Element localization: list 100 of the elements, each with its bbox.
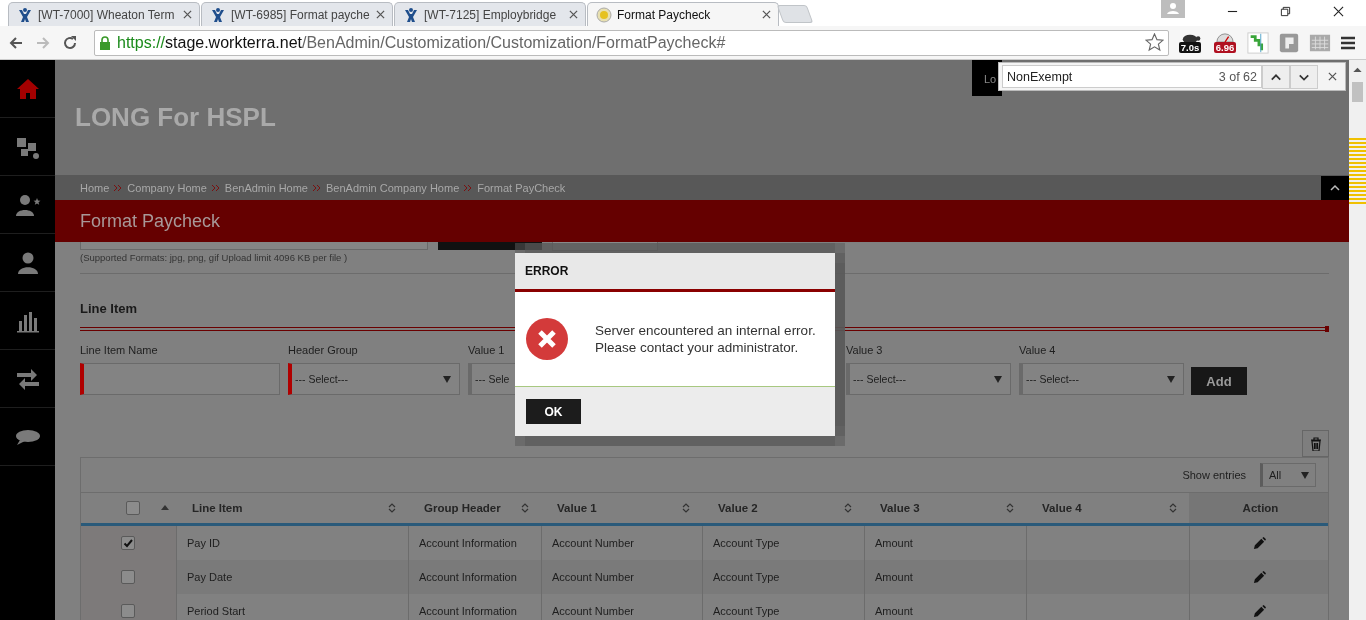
table-cell: Pay ID — [187, 537, 220, 549]
star-icon[interactable] — [1145, 33, 1164, 52]
address-bar[interactable]: https://stage.workterra.net/BenAdmin/Customization/Customization/FormatPaycheck# — [94, 29, 1169, 56]
chevron-icon — [464, 184, 473, 191]
url-text: https://stage.workterra.net/BenAdmin/Customization/Customization/FormatPaycheck# — [117, 33, 727, 52]
collapse-button[interactable] — [1321, 175, 1349, 200]
checkbox[interactable] — [126, 501, 140, 515]
company-name: LONG For HSPL — [75, 102, 276, 133]
dialog-title: ERROR — [525, 264, 569, 278]
reload-icon[interactable] — [62, 34, 78, 51]
browser-tab[interactable]: Format Paycheck — [587, 2, 779, 26]
table-cell: Account Information — [419, 605, 517, 617]
error-icon — [525, 317, 569, 361]
chevron-icon — [313, 184, 321, 191]
text-field[interactable] — [80, 363, 280, 395]
entries-select[interactable]: All — [1260, 463, 1316, 487]
scrollbar-thumb[interactable] — [1352, 82, 1363, 102]
scroll-up-icon[interactable] — [1353, 67, 1362, 72]
breadcrumb-link[interactable]: Home — [80, 181, 110, 194]
user-star-icon[interactable] — [13, 192, 42, 217]
edit-icon[interactable] — [1252, 604, 1266, 618]
checkbox[interactable] — [121, 570, 135, 584]
circle-icon — [596, 6, 612, 23]
sort-ascending-icon[interactable] — [161, 505, 169, 510]
page-title: Format Paycheck — [80, 210, 221, 232]
close-icon[interactable] — [1328, 72, 1337, 81]
trash-icon — [1309, 436, 1322, 451]
sort-icon[interactable] — [388, 502, 396, 514]
chart-extension-icon[interactable] — [1247, 31, 1269, 54]
sort-icon[interactable] — [844, 502, 852, 514]
table-cell: Amount — [875, 571, 913, 583]
table-cell: Period Start — [187, 605, 246, 617]
next-match-icon[interactable] — [1290, 64, 1318, 89]
field-label: Value 1 — [468, 344, 505, 358]
breadcrumb-link[interactable]: Format PayCheck — [477, 181, 566, 194]
column-header[interactable]: Value 4 — [1042, 502, 1082, 514]
text-field[interactable] — [80, 242, 428, 250]
find-field[interactable]: NonExempt 3 of 62 — [1002, 65, 1262, 88]
sort-icon[interactable] — [1006, 502, 1014, 514]
show-entries-label: Show entries — [1182, 469, 1246, 481]
error-message: Please contact your administrator. — [595, 339, 800, 356]
delete-button[interactable] — [1302, 430, 1329, 457]
lock-icon — [99, 35, 111, 50]
select-field[interactable]: --- Select--- — [1019, 363, 1184, 395]
add-button[interactable]: Add — [1191, 367, 1247, 395]
breadcrumb-link[interactable]: Company Home — [127, 181, 207, 194]
figure-icon — [210, 6, 226, 23]
back-icon[interactable] — [8, 34, 24, 51]
table-cell: Account Information — [419, 537, 517, 549]
table-cell: Account Number — [552, 571, 634, 583]
field-label: Line Item Name — [80, 344, 158, 358]
field-label: Value 4 — [1019, 344, 1056, 358]
column-header[interactable]: Value 2 — [718, 502, 758, 514]
restore-icon[interactable] — [1280, 6, 1291, 17]
ok-button[interactable]: OK — [526, 399, 581, 424]
upload-hint: (Supported Formats: jpg, png, gif Upload limit 4096 KB per file ) — [80, 252, 349, 263]
breadcrumb-link[interactable]: BenAdmin Home — [224, 181, 308, 194]
breadcrumb-link[interactable]: BenAdmin Company Home — [326, 181, 460, 194]
checkbox[interactable] — [121, 604, 135, 618]
table-cell: Account Type — [713, 605, 780, 617]
column-header[interactable]: Action — [1242, 502, 1279, 514]
browser-tab[interactable]: [WT-7000] Wheaton Term — [8, 2, 200, 26]
column-header[interactable]: Value 3 — [880, 502, 920, 514]
browser-tab[interactable]: [WT-7125] Employbridge — [394, 2, 586, 26]
edit-icon[interactable] — [1252, 536, 1266, 550]
select-field[interactable]: --- Select--- — [288, 363, 460, 395]
sort-icon[interactable] — [1169, 502, 1177, 514]
covered-link[interactable]: Lo — [984, 73, 997, 85]
table-cell: Pay Date — [187, 571, 233, 583]
figure-icon — [403, 6, 419, 23]
previous-match-icon[interactable] — [1262, 64, 1290, 89]
browser-tab[interactable]: [WT-6985] Format payche — [201, 2, 393, 26]
figure-icon — [17, 6, 33, 23]
table-cell: Amount — [875, 537, 913, 549]
section-title: Line Item — [80, 301, 139, 316]
sort-icon[interactable] — [521, 502, 529, 514]
table-cell: Account Type — [713, 571, 780, 583]
close-icon[interactable] — [762, 10, 771, 19]
select-field[interactable]: --- Select--- — [846, 363, 1011, 395]
field-label: Value 3 — [846, 344, 883, 358]
table-cell: Account Type — [713, 537, 780, 549]
table-cell: Account Number — [552, 605, 634, 617]
checkbox[interactable] — [121, 536, 135, 550]
menu-icon[interactable] — [1340, 34, 1356, 51]
speedometer-icon — [1214, 32, 1236, 42]
play-extension-icon[interactable] — [1278, 31, 1300, 54]
chevron-icon — [211, 184, 220, 191]
column-header[interactable]: Line Item — [192, 502, 243, 514]
field-label: Header Group — [288, 344, 358, 358]
column-header[interactable]: Value 1 — [557, 502, 597, 514]
table-cell: Account Number — [552, 537, 634, 549]
sort-icon[interactable] — [682, 502, 690, 514]
error-message: Server encountered an internal error. — [595, 322, 816, 339]
close-icon[interactable] — [1333, 6, 1344, 17]
table-cell: Amount — [875, 605, 913, 617]
column-header[interactable]: Group Header — [424, 502, 501, 514]
table-cell: Account Information — [419, 571, 517, 583]
edit-icon[interactable] — [1252, 570, 1266, 584]
chevron-icon — [114, 184, 123, 191]
match-marks-drawing — [1349, 137, 1366, 205]
